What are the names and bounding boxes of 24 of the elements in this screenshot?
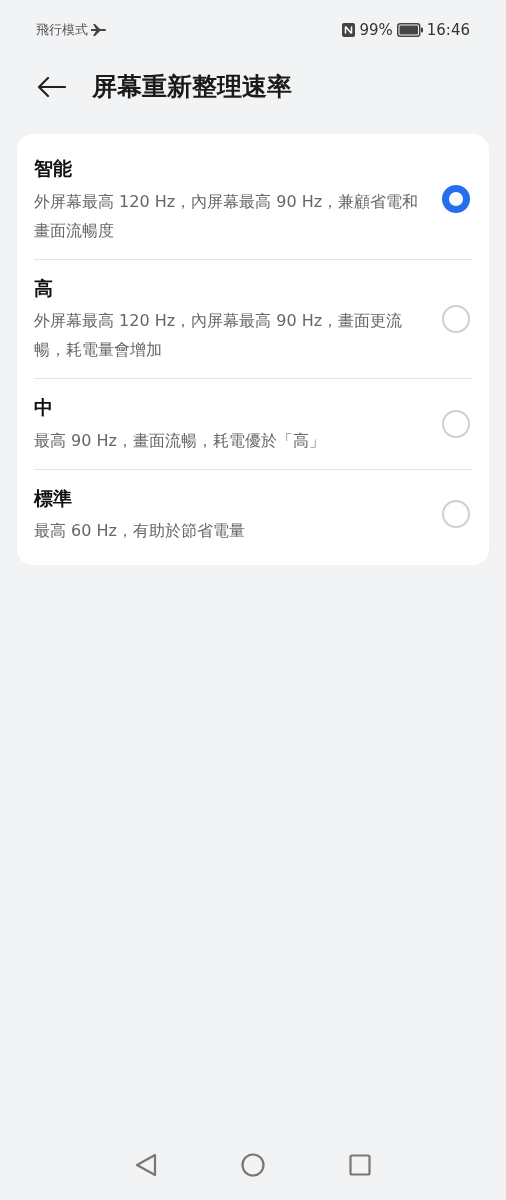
option-title: 中 [34,395,54,420]
option-title: 高 [34,275,54,301]
nfc-icon [342,23,356,37]
option-description: 最高 90 Hz，畫面流暢，耗電優於「高」 [34,429,326,452]
option-row[interactable]: 標準 最高 60 Hz，有助於節省電量 [34,469,472,559]
radio-button[interactable] [442,185,470,214]
airplane-icon [91,24,107,36]
option-title: 智能 [34,156,73,181]
page-title: 屏幕重新整理速率 [92,71,292,104]
option-row[interactable]: 高 外屏幕最高 120 Hz，內屏幕最高 90 Hz，畫面更流暢，耗電量會增加 [34,259,472,379]
back-nav-icon[interactable] [135,1153,157,1177]
option-row[interactable]: 中 最高 90 Hz，畫面流暢，耗電優於「高」 [34,379,472,470]
option-description: 最高 60 Hz，有助於節省電量 [34,520,246,542]
option-title: 標準 [34,485,73,511]
clock: 16:46 [426,19,470,41]
option-description: 外屏幕最高 120 Hz，內屏幕最高 90 Hz，畫面更流暢，耗電量會增加 [34,310,404,361]
option-row[interactable]: 智能 外屏幕最高 120 Hz，內屏幕最高 90 Hz，兼顧省電和畫面流暢度 [34,140,472,260]
home-nav-icon[interactable] [241,1153,265,1177]
option-description: 外屏幕最高 120 Hz，內屏幕最高 90 Hz，兼顧省電和畫面流暢度 [34,190,420,242]
battery-icon [396,23,423,37]
back-button[interactable] [36,76,66,98]
status-text: 飛行模式 [36,21,88,40]
recents-nav-icon[interactable] [349,1154,371,1176]
battery-percent: 99% [359,19,393,41]
